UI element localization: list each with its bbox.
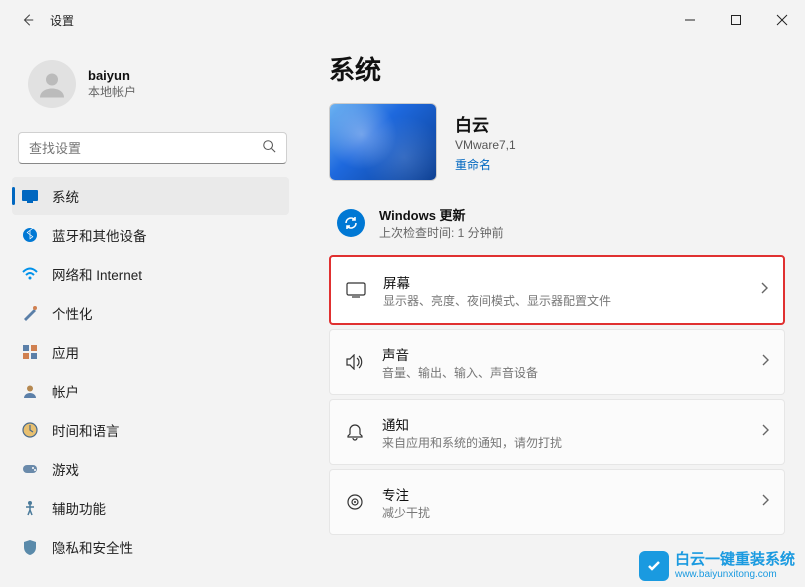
back-button[interactable] [20,12,36,28]
monitor-icon [345,279,367,301]
username: baiyun [88,68,136,83]
sidebar-item-system[interactable]: 系统 [12,177,289,215]
window-title: 设置 [50,12,74,29]
accessibility-icon [22,500,38,516]
focus-icon [344,491,366,513]
page-title: 系统 [329,50,785,87]
wifi-icon [22,266,38,282]
search-input[interactable] [18,132,287,164]
card-title: 屏幕 [383,272,743,292]
sidebar-item-label: 蓝牙和其他设备 [52,225,279,245]
display-icon [22,188,38,204]
sidebar-item-label: 网络和 Internet [52,264,279,284]
card-display[interactable]: 屏幕 显示器、亮度、夜间模式、显示器配置文件 [329,255,785,325]
card-focus[interactable]: 专注 减少干扰 [329,469,785,535]
card-subtitle: 显示器、亮度、夜间模式、显示器配置文件 [383,292,743,309]
card-subtitle: 音量、输出、输入、声音设备 [382,364,744,381]
chevron-right-icon [759,281,769,300]
sidebar-item-label: 应用 [52,342,279,362]
watermark: 白云一键重装系统 www.baiyunxitong.com [639,551,795,581]
user-block[interactable]: baiyun 本地帐户 [0,50,305,128]
card-title: 专注 [382,484,744,504]
close-button[interactable] [759,0,805,40]
speaker-icon [344,351,366,373]
update-title: Windows 更新 [379,205,504,224]
sidebar-item-network[interactable]: 网络和 Internet [12,255,289,293]
device-info-row: 白云 VMware7,1 重命名 [329,103,785,181]
sidebar-item-label: 游戏 [52,459,279,479]
chevron-right-icon [760,353,770,372]
sidebar-item-label: 时间和语言 [52,420,279,440]
apps-icon [22,344,38,360]
watermark-url: www.baiyunxitong.com [675,569,795,580]
bell-icon [344,421,366,443]
windows-update-link[interactable]: Windows 更新 上次检查时间: 1 分钟前 [329,199,785,255]
card-sound[interactable]: 声音 音量、输出、输入、声音设备 [329,329,785,395]
card-notifications[interactable]: 通知 来自应用和系统的通知，请勿打扰 [329,399,785,465]
chevron-right-icon [760,493,770,512]
device-thumbnail[interactable] [329,103,437,181]
main: 系统 白云 VMware7,1 重命名 Windows 更新 上次检查时间: 1… [305,40,805,587]
card-subtitle: 来自应用和系统的通知，请勿打扰 [382,434,744,451]
sidebar-item-bluetooth[interactable]: 蓝牙和其他设备 [12,216,289,254]
sidebar-item-label: 帐户 [52,381,279,401]
chevron-right-icon [760,423,770,442]
watermark-logo [639,551,669,581]
person-icon [22,383,38,399]
card-subtitle: 减少干扰 [382,504,744,521]
sidebar-item-label: 隐私和安全性 [52,537,279,557]
sync-icon [337,209,365,237]
sidebar-item-accessibility[interactable]: 辅助功能 [12,489,289,527]
sidebar-item-apps[interactable]: 应用 [12,333,289,371]
sidebar-item-gaming[interactable]: 游戏 [12,450,289,488]
minimize-button[interactable] [667,0,713,40]
nav: 系统 蓝牙和其他设备 网络和 Internet 个性化 应用 帐户 [0,176,305,587]
gamepad-icon [22,461,38,477]
rename-link[interactable]: 重命名 [455,156,516,173]
titlebar: 设置 [0,0,805,40]
device-model: VMware7,1 [455,138,516,152]
clock-globe-icon [22,422,38,438]
sidebar-item-personalization[interactable]: 个性化 [12,294,289,332]
bluetooth-icon [22,227,38,243]
update-subtitle: 上次检查时间: 1 分钟前 [379,224,504,241]
watermark-text: 白云一键重装系统 [675,552,795,569]
card-title: 声音 [382,344,744,364]
sidebar-item-accounts[interactable]: 帐户 [12,372,289,410]
sidebar-item-time-language[interactable]: 时间和语言 [12,411,289,449]
search-field[interactable] [29,141,262,156]
shield-icon [22,539,38,555]
sidebar-item-label: 辅助功能 [52,498,279,518]
brush-icon [22,305,38,321]
sidebar-item-label: 系统 [52,186,279,206]
device-name: 白云 [455,111,516,136]
search-icon [262,139,276,158]
sidebar: baiyun 本地帐户 系统 蓝牙和其他设备 网络和 Internet [0,40,305,587]
sidebar-item-label: 个性化 [52,303,279,323]
avatar [28,60,76,108]
card-title: 通知 [382,414,744,434]
maximize-button[interactable] [713,0,759,40]
sidebar-item-privacy[interactable]: 隐私和安全性 [12,528,289,566]
account-type: 本地帐户 [88,83,136,100]
